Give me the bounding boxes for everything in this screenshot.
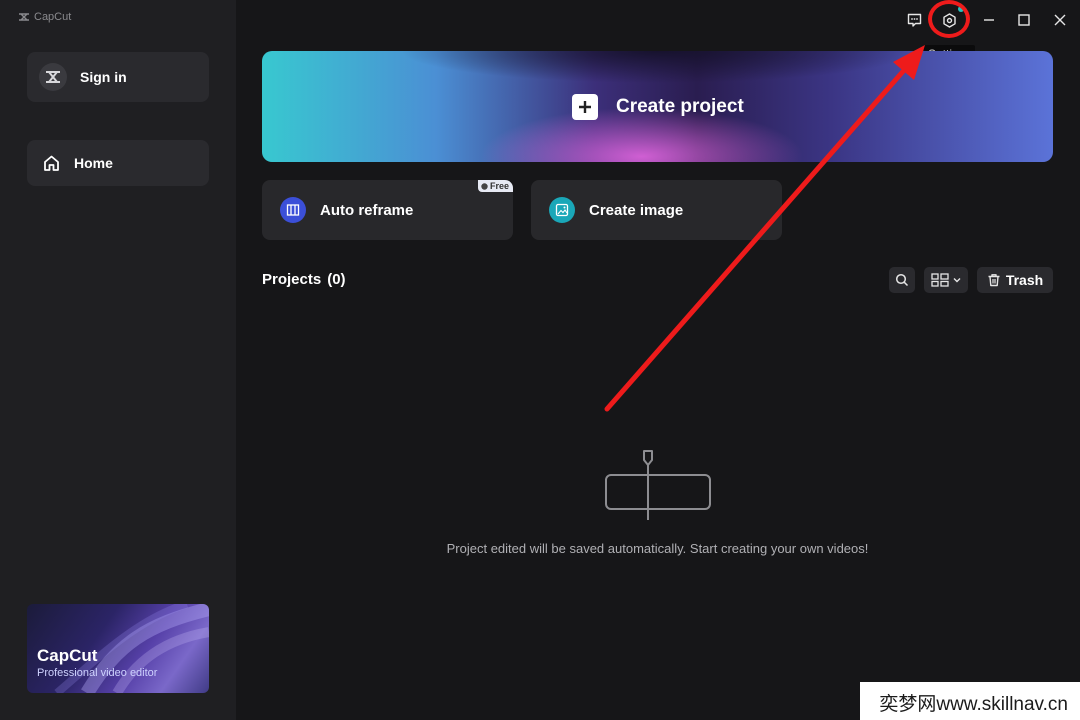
reframe-icon (280, 197, 306, 223)
promo-subtitle: Professional video editor (37, 667, 158, 679)
grid-view-icon (930, 273, 949, 287)
create-project-content: Create project (572, 94, 744, 120)
view-mode-dropdown[interactable] (924, 267, 968, 293)
sign-in-button[interactable]: Sign in (27, 52, 209, 102)
trash-label: Trash (1005, 272, 1044, 288)
create-image-button[interactable]: Create image (531, 180, 782, 240)
promo-title: CapCut (37, 646, 98, 665)
feedback-icon (907, 13, 921, 27)
minimize-button[interactable] (977, 8, 1001, 32)
projects-heading: Projects (0) (262, 271, 346, 288)
promo-banner[interactable]: CapCut Professional video editor (27, 604, 209, 693)
capcut-avatar-icon (46, 71, 60, 83)
sign-in-label: Sign in (80, 69, 127, 85)
feedback-button[interactable] (902, 8, 926, 32)
projects-count: (0) (327, 271, 346, 288)
trash-icon (988, 274, 1000, 287)
capcut-window: CapCut Sign in Home CapCut Professional … (0, 0, 1080, 720)
free-badge: Free (477, 180, 513, 192)
minimize-icon (984, 19, 994, 21)
home-icon (44, 155, 59, 171)
sidebar-item-home[interactable]: Home (27, 140, 209, 186)
create-image-label: Create image (589, 201, 684, 219)
empty-projects-illustration (605, 450, 711, 520)
trash-button[interactable]: Trash (977, 267, 1053, 293)
close-icon (1054, 14, 1066, 26)
avatar (39, 63, 67, 91)
free-badge-icon (481, 182, 488, 190)
sidebar: CapCut Sign in Home CapCut Professional … (0, 0, 236, 720)
plus-icon (572, 94, 598, 120)
watermark-text: 奕梦网www.skillnav.cn (879, 694, 1068, 715)
auto-reframe-label: Auto reframe (320, 201, 414, 219)
create-project-button[interactable]: Create project (262, 51, 1053, 162)
free-badge-label: Free (489, 181, 509, 191)
projects-title: Projects (262, 271, 322, 288)
search-button[interactable] (889, 267, 915, 293)
search-icon (895, 273, 909, 287)
chevron-down-icon (953, 278, 960, 283)
app-name: CapCut (34, 11, 72, 23)
maximize-button[interactable] (1012, 8, 1036, 32)
maximize-icon (1018, 14, 1030, 26)
close-button[interactable] (1048, 8, 1072, 32)
app-brand: CapCut (18, 11, 71, 23)
auto-reframe-button[interactable]: Auto reframe Free (262, 180, 513, 240)
annotation-circle (928, 0, 970, 38)
empty-state-message: Project edited will be saved automatical… (446, 541, 869, 556)
capcut-logo-icon (19, 13, 29, 21)
home-label: Home (74, 155, 113, 171)
image-icon (549, 197, 575, 223)
create-project-label: Create project (616, 96, 744, 117)
